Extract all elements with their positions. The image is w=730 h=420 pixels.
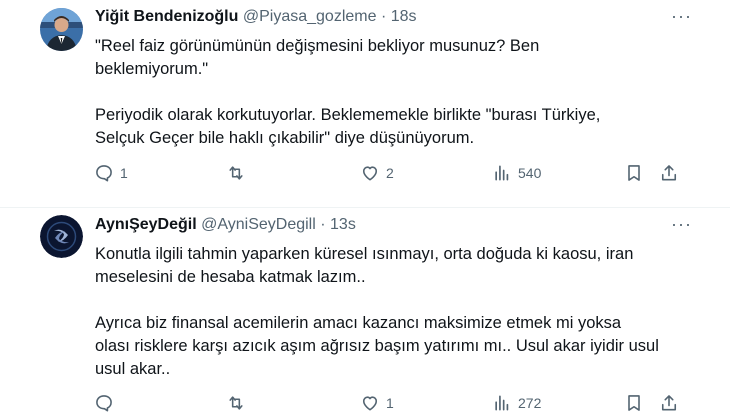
tweet-actions: 1 272 xyxy=(0,393,730,417)
more-options-icon[interactable]: ··· xyxy=(671,214,692,235)
text-line: Ayrıca biz finansal acemilerin amacı kaz… xyxy=(95,314,622,332)
retweet-button[interactable] xyxy=(226,393,246,413)
like-button[interactable]: 2 xyxy=(360,163,394,183)
tweet-header: AynıŞeyDeğil @AyniSeyDegill · 13s xyxy=(95,215,356,235)
avatar[interactable] xyxy=(40,215,83,258)
bookmark-button[interactable] xyxy=(624,393,644,413)
views-count: 540 xyxy=(518,165,542,181)
text-line: Periyodik olarak korkutuyorlar. Beklemem… xyxy=(95,106,601,124)
separator-dot: · xyxy=(320,216,326,233)
bookmark-icon xyxy=(628,165,640,181)
author-handle[interactable]: @Piyasa_gozleme xyxy=(243,8,377,25)
text-line: "Reel faiz görünümünün değişmesini bekli… xyxy=(95,37,540,55)
reply-button[interactable] xyxy=(94,393,120,413)
text-line: Selçuk Geçer bile haklı çıkabilir" diye … xyxy=(95,129,475,147)
like-count: 1 xyxy=(386,395,394,411)
tweet-actions: 1 2 540 xyxy=(0,163,730,187)
avatar-logo-icon xyxy=(40,215,83,258)
like-button[interactable]: 1 xyxy=(360,393,394,413)
retweet-icon xyxy=(229,166,243,180)
share-icon xyxy=(661,165,677,181)
text-line: Konutla ilgili tahmin yaparken küresel ı… xyxy=(95,245,634,263)
heart-icon xyxy=(362,396,378,411)
more-options-icon[interactable]: ··· xyxy=(671,6,692,27)
tweet-2[interactable]: AynıŞeyDeğil @AyniSeyDegill · 13s ··· Ko… xyxy=(0,208,730,420)
author-name[interactable]: AynıŞeyDeğil xyxy=(95,216,197,233)
reply-icon xyxy=(96,165,112,182)
retweet-icon xyxy=(229,396,243,410)
share-icon xyxy=(661,395,677,411)
views-count: 272 xyxy=(518,395,542,411)
bookmark-icon xyxy=(628,395,640,411)
views-chart-icon xyxy=(495,395,509,411)
tweet-text: "Reel faiz görünümünün değişmesini bekli… xyxy=(95,35,695,150)
like-count: 2 xyxy=(386,165,394,181)
views-button[interactable]: 540 xyxy=(492,163,541,183)
tweet-text: Konutla ilgili tahmin yaparken küresel ı… xyxy=(95,243,695,381)
reply-count: 1 xyxy=(120,165,128,181)
text-line: meselesini de hesaba katmak lazım.. xyxy=(95,268,366,286)
views-chart-icon xyxy=(495,165,509,181)
timestamp[interactable]: 13s xyxy=(330,216,356,233)
bookmark-button[interactable] xyxy=(624,163,644,183)
avatar[interactable] xyxy=(40,8,83,51)
reply-icon xyxy=(96,395,112,412)
timestamp[interactable]: 18s xyxy=(391,8,417,25)
avatar-photo-icon xyxy=(40,8,83,51)
text-line: olası risklere karşı azıcık aşım ağrısız… xyxy=(95,337,659,355)
text-line: usul akar.. xyxy=(95,360,171,378)
text-line: beklemiyorum." xyxy=(95,60,209,78)
retweet-button[interactable] xyxy=(226,163,246,183)
tweet-header: Yiğit Bendenizoğlu @Piyasa_gozleme · 18s xyxy=(95,7,417,27)
share-button[interactable] xyxy=(659,163,679,183)
views-button[interactable]: 272 xyxy=(492,393,541,413)
author-handle[interactable]: @AyniSeyDegill xyxy=(201,216,316,233)
separator-dot: · xyxy=(380,8,387,25)
share-button[interactable] xyxy=(659,393,679,413)
tweet-1[interactable]: Yiğit Bendenizoğlu @Piyasa_gozleme · 18s… xyxy=(0,0,730,208)
author-name[interactable]: Yiğit Bendenizoğlu xyxy=(95,8,238,25)
heart-icon xyxy=(362,166,378,181)
reply-button[interactable]: 1 xyxy=(94,163,128,183)
